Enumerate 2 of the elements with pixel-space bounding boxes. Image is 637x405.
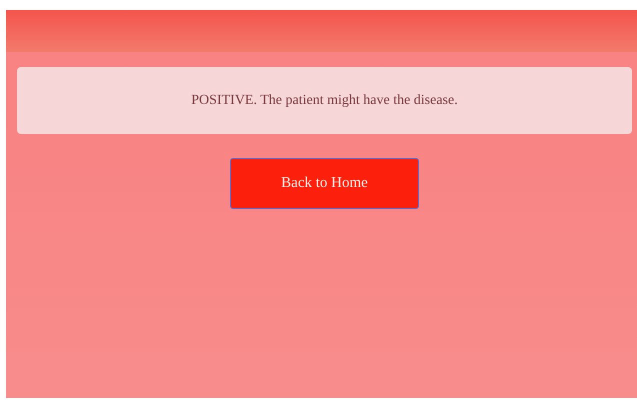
back-home-button[interactable]: Back to Home — [230, 158, 419, 209]
result-message: POSITIVE. The patient might have the disease. — [17, 67, 632, 134]
